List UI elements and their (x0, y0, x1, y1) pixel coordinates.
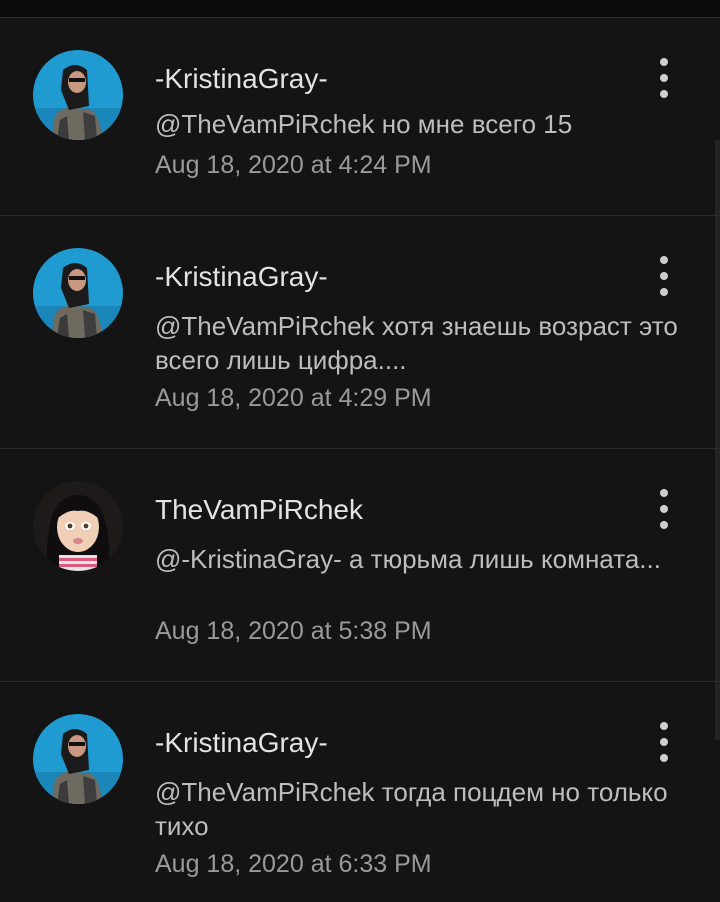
avatar-doll-image (33, 481, 123, 571)
avatar-kristina-image (33, 248, 123, 338)
comment-timestamp: Aug 18, 2020 at 6:33 PM (155, 850, 432, 878)
comment-timestamp: Aug 18, 2020 at 5:38 PM (155, 617, 432, 645)
menu-dot (660, 521, 668, 529)
menu-dot (660, 256, 668, 264)
menu-dot (660, 754, 668, 762)
comment-timestamp: Aug 18, 2020 at 4:29 PM (155, 384, 432, 412)
comment-text: @TheVamPiRchek тогда поцдем но только ти… (155, 777, 668, 841)
menu-dot (660, 58, 668, 66)
comment-author[interactable]: TheVamPiRchek (155, 494, 363, 526)
comment-timestamp: Aug 18, 2020 at 4:24 PM (155, 151, 432, 179)
comment-author[interactable]: -KristinaGray- (155, 63, 328, 95)
avatar[interactable] (33, 248, 123, 338)
more-vertical-icon[interactable] (650, 256, 678, 296)
comment-item: -KristinaGray- @TheVamPiRchek но мне все… (0, 18, 720, 216)
avatar[interactable] (33, 50, 123, 140)
comment-item: -KristinaGray- @TheVamPiRchek тогда поцд… (0, 682, 720, 902)
menu-dot (660, 74, 668, 82)
more-vertical-icon[interactable] (650, 489, 678, 529)
top-divider (0, 0, 720, 18)
comment-text: @TheVamPiRchek хотя знаешь возраст это в… (155, 311, 678, 375)
menu-dot (660, 90, 668, 98)
menu-dot (660, 722, 668, 730)
more-vertical-icon[interactable] (650, 722, 678, 762)
avatar-kristina-image (33, 714, 123, 804)
comment-author[interactable]: -KristinaGray- (155, 261, 328, 293)
comment-text: @-KristinaGray- а тюрьма лишь комната... (155, 544, 661, 574)
comment-item: TheVamPiRchek @-KristinaGray- а тюрьма л… (0, 449, 720, 682)
menu-dot (660, 738, 668, 746)
comment-text: @TheVamPiRchek но мне всего 15 (155, 109, 573, 139)
more-vertical-icon[interactable] (650, 58, 678, 98)
comment-author[interactable]: -KristinaGray- (155, 727, 328, 759)
avatar[interactable] (33, 714, 123, 804)
menu-dot (660, 489, 668, 497)
menu-dot (660, 288, 668, 296)
menu-dot (660, 505, 668, 513)
avatar[interactable] (33, 481, 123, 571)
menu-dot (660, 272, 668, 280)
comment-item: -KristinaGray- @TheVamPiRchek хотя знаеш… (0, 216, 720, 449)
avatar-kristina-image (33, 50, 123, 140)
